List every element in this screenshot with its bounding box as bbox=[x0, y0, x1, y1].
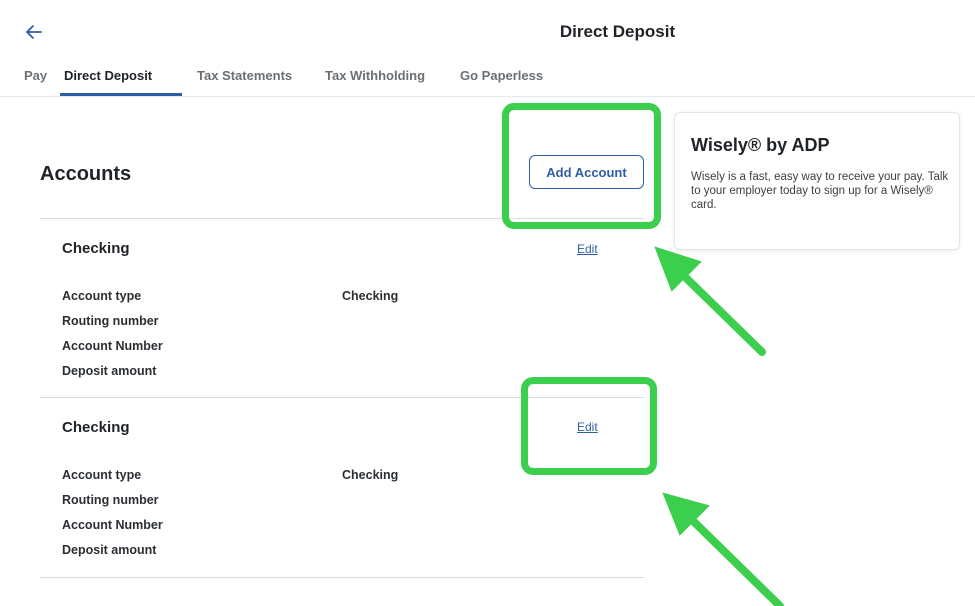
field-label: Routing number bbox=[62, 493, 159, 507]
tab-tax-withholding[interactable]: Tax Withholding bbox=[325, 68, 425, 83]
account-name: Checking bbox=[62, 419, 130, 436]
highlight-box bbox=[521, 377, 657, 475]
account-name: Checking bbox=[62, 240, 130, 257]
tab-direct-deposit[interactable]: Direct Deposit bbox=[64, 68, 152, 83]
page-title: Direct Deposit bbox=[559, 22, 676, 41]
edit-account-link[interactable]: Edit bbox=[577, 242, 598, 256]
account-type-value: Checking bbox=[342, 289, 399, 303]
field-label: Account type bbox=[62, 289, 142, 303]
field-label: Deposit amount bbox=[62, 543, 157, 557]
active-tab-indicator bbox=[60, 93, 182, 96]
highlight-box bbox=[502, 103, 661, 229]
account-type-value: Checking bbox=[342, 468, 399, 482]
field-label: Deposit amount bbox=[62, 364, 157, 378]
arrow-icon bbox=[654, 246, 766, 356]
field-label: Account type bbox=[62, 468, 142, 482]
field-label: Account Number bbox=[62, 518, 163, 532]
tab-tax-statements[interactable]: Tax Statements bbox=[197, 68, 292, 83]
direct-deposit-page: Direct Deposit Pay Direct Deposit Tax St… bbox=[0, 0, 975, 606]
field-label: Routing number bbox=[62, 314, 159, 328]
tab-go-paperless[interactable]: Go Paperless bbox=[460, 68, 543, 83]
promo-title: Wisely® by ADP bbox=[691, 135, 830, 155]
wisely-promo-card: Wisely® by ADP Wisely is a fast, easy wa… bbox=[674, 112, 960, 250]
field-label: Account Number bbox=[62, 339, 163, 353]
arrow-icon bbox=[662, 492, 784, 606]
tab-bar: Pay Direct Deposit Tax Statements Tax Wi… bbox=[0, 60, 975, 97]
divider bbox=[40, 577, 644, 578]
tab-pay[interactable]: Pay bbox=[24, 68, 47, 83]
promo-body: Wisely is a fast, easy way to receive yo… bbox=[691, 171, 949, 211]
accounts-heading: Accounts bbox=[40, 163, 132, 185]
